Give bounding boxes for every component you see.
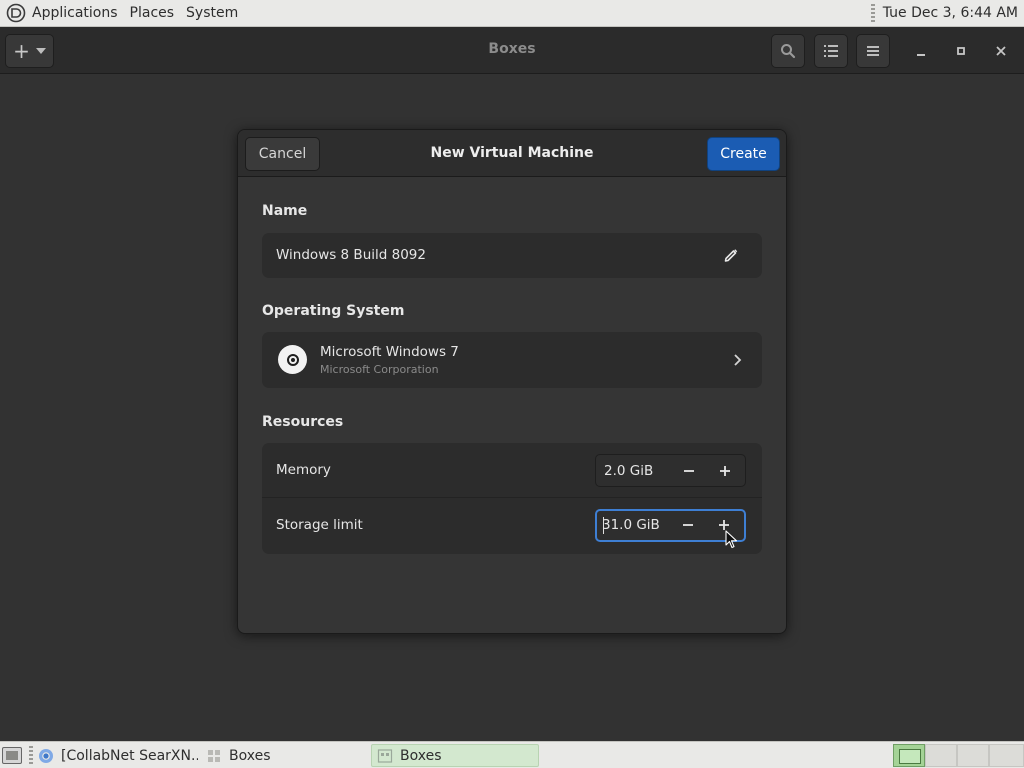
workspace-1[interactable]	[893, 744, 925, 767]
close-icon	[996, 46, 1006, 56]
top-menu-bar: Applications Places System	[0, 0, 250, 27]
memory-label: Memory	[276, 462, 331, 478]
workspace-4[interactable]	[989, 744, 1024, 767]
pencil-icon[interactable]	[723, 247, 739, 263]
panel-grip	[29, 746, 33, 765]
close-window-button[interactable]	[984, 34, 1018, 68]
mouse-pointer-icon	[725, 530, 738, 549]
workspace-2[interactable]	[925, 744, 957, 767]
panel-separator	[870, 4, 875, 22]
storage-row: Storage limit 31.0 GiB	[262, 498, 762, 553]
list-view-button[interactable]	[814, 34, 848, 68]
bottom-panel: [CollabNet SearXN... Boxes Boxes	[0, 741, 1024, 768]
os-select-row[interactable]: Microsoft Windows 7 Microsoft Corporatio…	[262, 332, 762, 388]
dialog-header: Cancel New Virtual Machine Create	[238, 130, 786, 177]
maximize-button[interactable]	[944, 34, 978, 68]
top-panel: Applications Places System Tue Dec 3, 6:…	[0, 0, 1024, 27]
boxes-icon	[377, 748, 393, 763]
create-button[interactable]: Create	[707, 137, 780, 171]
storage-value[interactable]: 31.0 GiB	[602, 517, 660, 533]
search-icon	[781, 44, 796, 59]
hamburger-icon	[867, 46, 879, 56]
os-name: Microsoft Windows 7	[320, 344, 459, 360]
dialog-title: New Virtual Machine	[430, 145, 594, 161]
taskbar-item-label: Boxes	[400, 747, 442, 764]
os-vendor: Microsoft Corporation	[320, 363, 439, 376]
vm-name-row[interactable]: Windows 8 Build 8092	[262, 233, 762, 278]
maximize-icon	[957, 47, 965, 55]
storage-spinbutton[interactable]: 31.0 GiB	[595, 509, 746, 542]
new-vm-dialog: Cancel New Virtual Machine Create Name W…	[237, 129, 787, 634]
disc-icon	[278, 345, 307, 374]
clock[interactable]: Tue Dec 3, 6:44 AM	[883, 5, 1018, 21]
taskbar-item-label: Boxes	[229, 747, 271, 764]
memory-increase-button[interactable]	[716, 462, 734, 480]
os-section-label: Operating System	[262, 303, 405, 319]
resources-card: Memory 2.0 GiB Storage limit 31.0 GiB	[262, 443, 762, 554]
list-view-icon	[824, 45, 838, 57]
storage-label: Storage limit	[276, 517, 363, 533]
storage-decrease-button[interactable]	[679, 516, 697, 534]
memory-row: Memory 2.0 GiB	[262, 443, 762, 498]
search-button[interactable]	[771, 34, 805, 68]
taskbar-item[interactable]: Boxes	[206, 744, 362, 767]
show-desktop-button[interactable]	[2, 747, 22, 764]
vm-name-value: Windows 8 Build 8092	[276, 247, 426, 263]
taskbar-item[interactable]: [CollabNet SearXN...	[38, 744, 198, 767]
taskbar-item-active[interactable]: Boxes	[371, 744, 539, 767]
chromium-icon	[39, 748, 53, 763]
resources-section-label: Resources	[262, 414, 344, 430]
name-section-label: Name	[262, 203, 308, 219]
main-menu-button[interactable]	[856, 34, 890, 68]
chevron-right-icon	[734, 354, 742, 366]
distro-logo-icon[interactable]	[6, 3, 26, 23]
menu-system[interactable]: System	[186, 5, 238, 21]
workspace-3[interactable]	[957, 744, 989, 767]
taskbar-item-label: [CollabNet SearXN...	[61, 747, 198, 764]
memory-decrease-button[interactable]	[680, 462, 698, 480]
minimize-icon	[917, 54, 925, 56]
boxes-icon	[208, 749, 220, 762]
minimize-button[interactable]	[904, 34, 938, 68]
memory-value[interactable]: 2.0 GiB	[604, 463, 653, 479]
header-bar: + Boxes	[0, 27, 1024, 74]
menu-applications[interactable]: Applications	[32, 5, 118, 21]
menu-places[interactable]: Places	[130, 5, 175, 21]
memory-spinbutton[interactable]: 2.0 GiB	[595, 454, 746, 487]
